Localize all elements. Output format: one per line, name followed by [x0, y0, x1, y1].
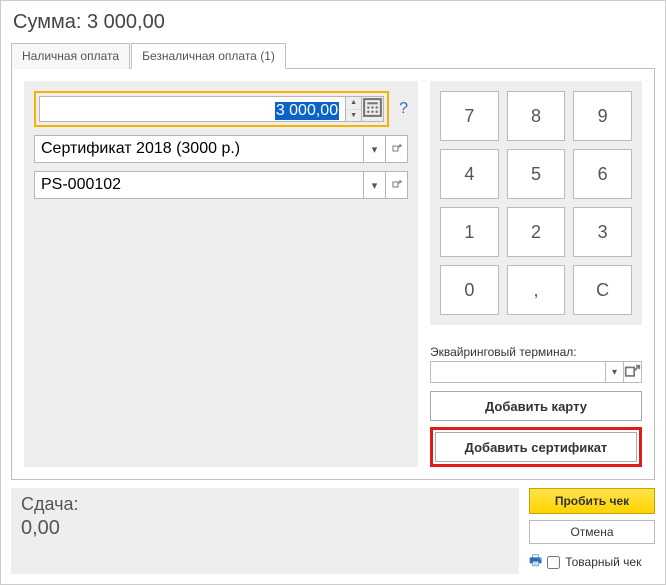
key-5[interactable]: 5: [507, 149, 566, 199]
amount-input-focus-frame: 3 000,00 ▲ ▼: [34, 91, 389, 127]
printer-icon[interactable]: 🖶: [529, 550, 542, 574]
calculator-icon[interactable]: [362, 96, 384, 122]
footer-actions: Пробить чек Отмена 🖶 Товарный чек: [529, 488, 655, 574]
key-9[interactable]: 9: [573, 91, 632, 141]
key-comma[interactable]: ,: [507, 265, 566, 315]
spinner-down-icon[interactable]: ▼: [346, 110, 361, 122]
right-column: 7 8 9 4 5 6 1 2 3 0 , C Эквайринговый те…: [430, 81, 642, 467]
title-prefix: Сумма:: [13, 11, 81, 33]
key-1[interactable]: 1: [440, 207, 499, 257]
tab-cashless[interactable]: Безналичная оплата (1): [131, 43, 286, 69]
key-0[interactable]: 0: [440, 265, 499, 315]
dropdown-icon[interactable]: ▾: [364, 171, 386, 199]
key-clear[interactable]: C: [573, 265, 632, 315]
change-box: Сдача: 0,00: [11, 488, 519, 574]
key-2[interactable]: 2: [507, 207, 566, 257]
goods-receipt-row: 🖶 Товарный чек: [529, 550, 655, 574]
amount-input[interactable]: 3 000,00: [39, 96, 346, 122]
add-card-button[interactable]: Добавить карту: [430, 391, 642, 421]
footer: Сдача: 0,00 Пробить чек Отмена 🖶 Товарны…: [11, 488, 655, 574]
terminal-label: Эквайринговый терминал:: [430, 345, 642, 359]
key-7[interactable]: 7: [440, 91, 499, 141]
change-value: 0,00: [21, 517, 509, 540]
add-certificate-button[interactable]: Добавить сертификат: [435, 432, 637, 462]
payment-window: Сумма: 3 000,00 Наличная оплата Безналич…: [0, 0, 666, 585]
open-icon[interactable]: [624, 361, 642, 383]
open-icon[interactable]: [386, 135, 408, 163]
key-3[interactable]: 3: [573, 207, 632, 257]
amount-row: 3 000,00 ▲ ▼ ?: [34, 91, 408, 127]
numeric-keypad: 7 8 9 4 5 6 1 2 3 0 , C: [430, 81, 642, 325]
change-label: Сдача:: [21, 494, 509, 515]
cancel-button[interactable]: Отмена: [529, 520, 655, 544]
terminal-input[interactable]: [430, 361, 606, 383]
dropdown-icon[interactable]: ▾: [606, 361, 624, 383]
key-4[interactable]: 4: [440, 149, 499, 199]
tabstrip: Наличная оплата Безналичная оплата (1): [11, 42, 655, 68]
tab-panel-cashless: 3 000,00 ▲ ▼ ?: [11, 68, 655, 480]
certificate-number-input[interactable]: [34, 171, 364, 199]
tab-cash[interactable]: Наличная оплата: [11, 43, 130, 69]
help-icon[interactable]: ?: [399, 100, 408, 118]
key-8[interactable]: 8: [507, 91, 566, 141]
certificate-type-input[interactable]: [34, 135, 364, 163]
amount-spinner[interactable]: ▲ ▼: [346, 96, 362, 122]
key-6[interactable]: 6: [573, 149, 632, 199]
punch-receipt-button[interactable]: Пробить чек: [529, 488, 655, 514]
dropdown-icon[interactable]: ▾: [364, 135, 386, 163]
add-cert-highlight: Добавить сертификат: [430, 427, 642, 467]
title-amount: 3 000,00: [87, 11, 165, 33]
certificate-type-row: ▾: [34, 135, 408, 163]
payment-tabs: Наличная оплата Безналичная оплата (1) 3…: [11, 42, 655, 480]
page-title: Сумма: 3 000,00: [13, 11, 655, 34]
open-icon[interactable]: [386, 171, 408, 199]
terminal-row: ▾: [430, 361, 642, 383]
spinner-up-icon[interactable]: ▲: [346, 97, 361, 110]
certificate-number-row: ▾: [34, 171, 408, 199]
payment-fields: 3 000,00 ▲ ▼ ?: [24, 81, 418, 467]
